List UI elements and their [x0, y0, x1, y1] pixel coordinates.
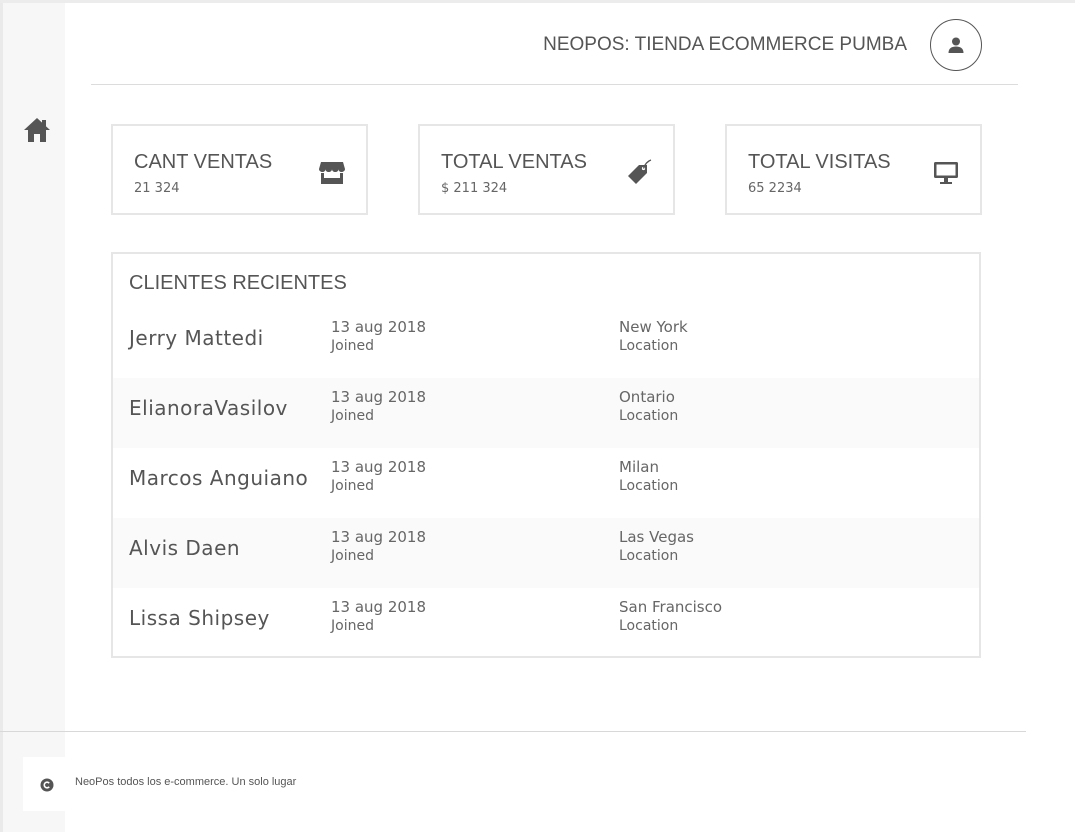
client-location-label: Location [619, 548, 679, 564]
client-location-label: Location [619, 338, 679, 354]
stat-value: 65 2234 [748, 181, 802, 196]
stat-value: $ 211 324 [441, 181, 508, 196]
monitor-icon [934, 162, 958, 184]
client-location: Las Vegas [619, 528, 694, 546]
client-joined-date: 13 aug 2018 [331, 528, 427, 546]
client-joined-label: Joined [331, 408, 374, 424]
footer-divider [0, 731, 1026, 732]
stat-card-total-ventas: TOTAL VENTAS $ 211 324 [418, 124, 675, 215]
recent-clients-panel: CLIENTES RECIENTES Jerry Mattedi 13 aug … [111, 252, 981, 658]
stat-title: TOTAL VISITAS [748, 151, 891, 173]
client-name: ElianoraVasilov [129, 396, 288, 420]
client-row[interactable]: Jerry Mattedi 13 aug 2018 Joined New Yor… [113, 308, 979, 378]
client-location: San Francisco [619, 598, 723, 616]
header: NEOPOS: TIENDA ECOMMERCE PUMBA [91, 3, 1018, 85]
client-name: Jerry Mattedi [129, 326, 264, 350]
tag-icon [628, 159, 652, 184]
client-joined-label: Joined [331, 618, 374, 634]
client-joined-label: Joined [331, 548, 374, 564]
client-location-label: Location [619, 408, 679, 424]
home-icon[interactable] [22, 116, 52, 144]
stat-card-total-visitas: TOTAL VISITAS 65 2234 [725, 124, 982, 215]
client-joined-date: 13 aug 2018 [331, 598, 427, 616]
user-icon [948, 37, 964, 53]
client-joined-date: 13 aug 2018 [331, 318, 427, 336]
client-joined-date: 13 aug 2018 [331, 458, 427, 476]
client-row[interactable]: Alvis Daen 13 aug 2018 Joined Las Vegas … [113, 518, 979, 588]
stat-title: CANT VENTAS [134, 151, 273, 173]
client-name: Alvis Daen [129, 536, 241, 560]
client-joined-date: 13 aug 2018 [331, 388, 427, 406]
page-title: NEOPOS: TIENDA ECOMMERCE PUMBA [543, 34, 907, 55]
stat-card-cant-ventas: CANT VENTAS 21 324 [111, 124, 368, 215]
client-location-label: Location [619, 618, 679, 634]
client-row[interactable]: Lissa Shipsey 13 aug 2018 Joined San Fra… [113, 588, 979, 658]
client-location: New York [619, 318, 688, 336]
stat-value: 21 324 [134, 181, 180, 196]
client-row[interactable]: Marcos Anguiano 13 aug 2018 Joined Milan… [113, 448, 979, 518]
client-row[interactable]: ElianoraVasilov 13 aug 2018 Joined Ontar… [113, 378, 979, 448]
footer-text: NeoPos todos los e-commerce. Un solo lug… [75, 776, 297, 788]
avatar-button[interactable] [930, 19, 982, 71]
stat-title: TOTAL VENTAS [441, 151, 587, 173]
client-joined-label: Joined [331, 338, 374, 354]
client-location: Milan [619, 458, 659, 476]
client-name: Marcos Anguiano [129, 466, 309, 490]
store-icon [319, 162, 345, 184]
client-location: Ontario [619, 388, 675, 406]
client-name: Lissa Shipsey [129, 606, 270, 630]
sidebar [0, 3, 65, 832]
copyright-icon [40, 778, 54, 792]
client-location-label: Location [619, 478, 679, 494]
recent-clients-title: CLIENTES RECIENTES [129, 272, 347, 294]
client-joined-label: Joined [331, 478, 374, 494]
page: NEOPOS: TIENDA ECOMMERCE PUMBA CANT VENT… [0, 0, 1075, 832]
